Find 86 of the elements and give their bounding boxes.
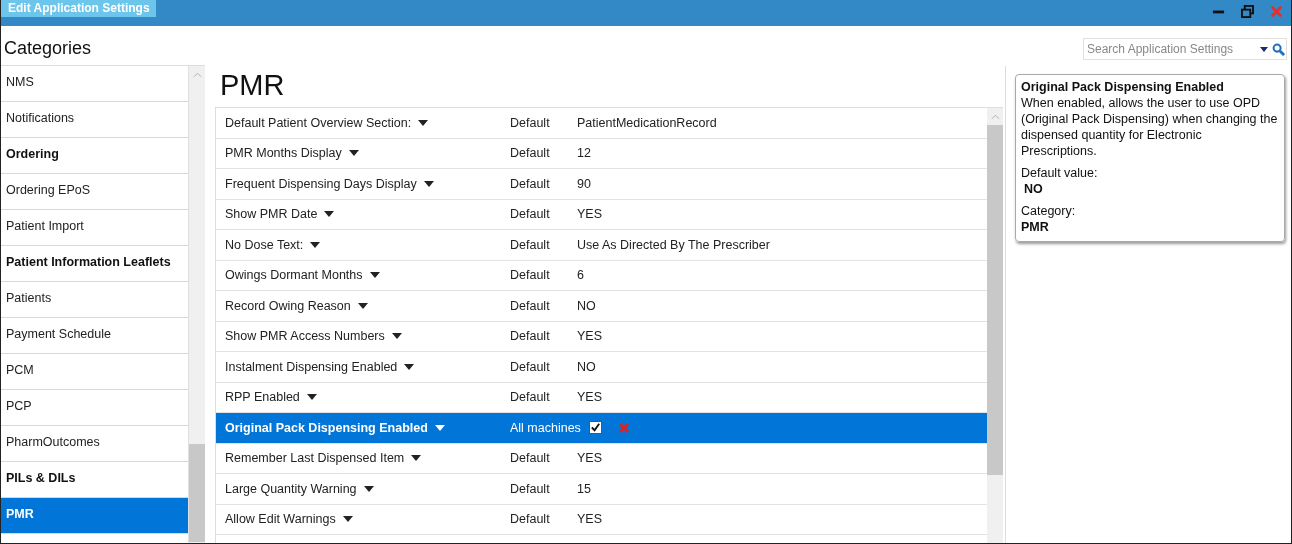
setting-row[interactable]: Frequent Dispensing Days Display Default 90 [216,169,987,200]
caret-icon[interactable] [342,516,353,523]
setting-row[interactable]: Show PMR Access Numbers Default YES [216,321,987,352]
category-item[interactable]: PMR [1,498,188,534]
setting-value: 6 [577,268,584,283]
setting-name[interactable]: Large Quantity Warning [225,481,357,496]
caret-icon[interactable] [391,333,402,340]
default-value: NO [1023,181,1044,197]
setting-name[interactable]: Owings Dormant Months [225,268,363,283]
categories-heading: Categories [3,37,93,60]
setting-value: PatientMedicationRecord [577,115,717,130]
setting-row[interactable]: Remember Last Dispensed Item Default YES [216,443,987,474]
setting-source: Default [510,146,551,161]
caret-icon[interactable] [357,302,368,309]
page-heading: PMR [219,68,286,103]
setting-row[interactable]: Owings Dormant Months Default 6 [216,260,987,291]
setting-source: Default [510,512,551,527]
setting-value: YES [577,329,602,344]
scrollbar[interactable] [188,66,205,543]
setting-source: Default [510,115,551,130]
category-label: Category: [1021,203,1077,219]
setting-name[interactable]: Allow Edit Warnings [225,512,336,527]
scrollbar-thumb[interactable] [189,444,205,542]
setting-value: NO [577,298,596,313]
setting-title: Original Pack Dispensing Enabled [1021,79,1225,95]
scrollbar[interactable] [987,108,1003,543]
setting-name[interactable]: PMR Months Display [225,146,342,161]
setting-name[interactable]: Instalment Dispensing Enabled [225,359,398,374]
setting-value: NO [577,359,596,374]
search-icon[interactable] [1272,42,1285,56]
caret-icon[interactable] [363,485,374,492]
caret-icon[interactable] [369,272,380,279]
setting-value: YES [577,512,602,527]
setting-row[interactable]: No Dose Text: Default Use As Directed By The Prescriber [216,230,987,261]
setting-name[interactable]: Show PMR Access Numbers [225,329,385,344]
scrollbar-thumb[interactable] [987,125,1003,475]
search-field[interactable]: Search Application Settings [1083,38,1287,60]
caret-icon[interactable] [423,180,434,187]
setting-source: Default [510,207,551,222]
caret-icon[interactable] [418,119,429,126]
setting-row[interactable]: Instalment Dispensing Enabled Default NO [216,352,987,383]
setting-value: YES [577,207,602,222]
setting-name[interactable]: Remember Last Dispensed Item [225,451,405,466]
setting-name[interactable]: No Dose Text: [225,237,304,252]
setting-source: All machines [510,420,581,435]
setting-value: YES [577,390,602,405]
setting-row[interactable]: Default Patient Overview Section: Default PatientMedicationRecord [216,108,987,139]
caret-icon[interactable] [411,455,422,462]
setting-row[interactable]: Show PMR Date Default YES [216,199,987,230]
setting-name[interactable]: Show PMR Date [225,207,318,222]
setting-name[interactable]: Original Pack Dispensing Enabled [225,420,428,435]
setting-value: Use As Directed By The Prescriber [577,237,770,252]
setting-source: Default [510,329,551,344]
setting-description: When enabled, allows the user to use OPD (Original Pack Dispensing) when changing the dispensed quantity for Electronic Prescriptions. [1021,95,1279,159]
setting-source: Default [510,481,551,496]
setting-source: Default [510,390,551,405]
setting-value: 12 [577,146,591,161]
setting-source: Default [510,176,551,191]
setting-row[interactable]: PMR Months Display Default 12 [216,138,987,169]
caret-icon[interactable] [404,363,415,370]
setting-row[interactable]: Allow Edit Warnings Default YES [216,504,987,535]
setting-source: Default [510,451,551,466]
caret-icon[interactable] [310,241,321,248]
setting-source: Default [510,298,551,313]
setting-row[interactable]: Large Quantity Warning Default 15 [216,474,987,505]
dropdown-caret-icon[interactable] [1260,46,1268,52]
setting-value: YES [577,451,602,466]
setting-name[interactable]: Frequent Dispensing Days Display [225,176,417,191]
setting-source: Default [510,359,551,374]
caret-icon[interactable] [348,150,359,157]
setting-source: Default [510,268,551,283]
default-value-label: Default value: [1021,165,1099,181]
setting-row[interactable]: Record Owing Reason Default NO [216,291,987,322]
restore-icon[interactable] [1241,5,1254,18]
checkbox[interactable] [588,421,602,435]
caret-icon[interactable] [306,394,317,401]
setting-value: 15 [577,481,591,496]
setting-value: 90 [577,176,591,191]
category-value: PMR [1021,219,1050,235]
setting-name[interactable]: RPP Enabled [225,390,300,405]
setting-row[interactable]: Original Pack Dispensing Enabled All machines [216,413,987,444]
window-title: Edit Application Settings [1,0,156,17]
setting-name[interactable]: Default Patient Overview Section: [225,115,412,130]
setting-source: Default [510,237,551,252]
caret-icon[interactable] [324,211,335,218]
setting-name[interactable]: Record Owing Reason [225,298,351,313]
